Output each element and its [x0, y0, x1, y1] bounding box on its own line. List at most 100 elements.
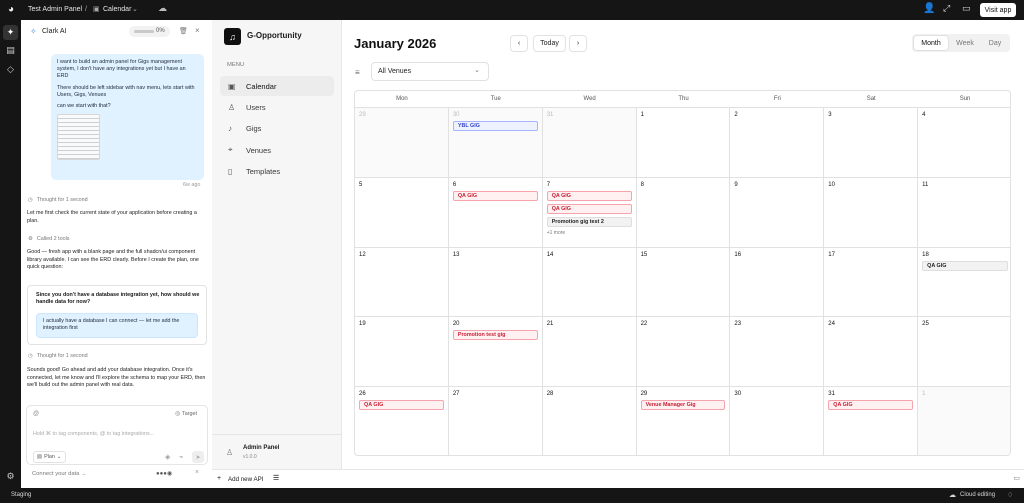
sparkle-icon[interactable]: ✦: [3, 25, 18, 40]
page-name[interactable]: Calendar: [103, 6, 131, 13]
calendar-day-cell[interactable]: 28: [543, 387, 637, 455]
calendar-day-cell[interactable]: 27: [449, 387, 543, 455]
mode-select[interactable]: ▤ Plan ⌄: [33, 451, 66, 463]
menu-icon[interactable]: ☰: [273, 474, 279, 482]
next-month-button[interactable]: ›: [569, 35, 587, 52]
close-icon[interactable]: ×: [195, 26, 200, 35]
day-number: 11: [922, 181, 929, 188]
day-number: 31: [546, 112, 554, 118]
message-icon[interactable]: ▤: [4, 44, 17, 57]
sidebar-item-venues[interactable]: ⌖ Venues: [220, 140, 334, 160]
calendar-day-cell[interactable]: 16: [730, 247, 825, 318]
calendar-day-cell[interactable]: 31: [542, 108, 637, 178]
calendar-day-cell[interactable]: 30 YBL GIG: [448, 108, 543, 178]
chevron-down-icon: ⌄: [56, 454, 62, 460]
add-user-icon[interactable]: 👤: [923, 3, 935, 14]
calendar-day-cell[interactable]: 18 QA GIG: [918, 248, 1010, 318]
calendar-day-cell[interactable]: 17: [824, 247, 919, 318]
calendar-day-cell[interactable]: 23: [730, 317, 825, 388]
today-button[interactable]: Today: [533, 35, 566, 52]
calendar-event[interactable]: QA GIG: [546, 203, 632, 214]
calendar-page-icon: ▣: [93, 6, 100, 13]
add-api-bar: + Add new API ☰ ▭: [212, 469, 1024, 488]
calendar-day-cell[interactable]: 6 QA GIG: [448, 177, 543, 248]
sidebar-item-users[interactable]: ♙ Users: [220, 97, 334, 117]
calendar-day-cell[interactable]: 9: [730, 177, 825, 248]
calendar-event[interactable]: Venue Manager Gig: [640, 400, 726, 411]
trash-icon[interactable]: 🗑: [179, 27, 188, 35]
view-month-button[interactable]: Month: [914, 36, 948, 50]
calendar-event[interactable]: QA GIG: [922, 260, 1008, 271]
chevron-down-icon[interactable]: ⌄: [132, 5, 138, 13]
filter-icon[interactable]: ≡: [355, 68, 360, 77]
erd-thumbnail[interactable]: [57, 114, 100, 161]
calendar-day-cell[interactable]: 7 QA GIG QA GIG Promotion gig test 2 +1 more: [542, 177, 637, 248]
paperclip-icon[interactable]: ⌁: [179, 453, 183, 461]
calendar-day-cell[interactable]: 29: [355, 108, 449, 178]
calendar-day-cell[interactable]: 31 QA GIG: [824, 387, 919, 455]
previous-month-button[interactable]: ‹: [510, 35, 528, 52]
calendar-day-cell[interactable]: 8: [636, 177, 731, 248]
thought-status[interactable]: ◷ Thought for 1 second: [28, 197, 88, 203]
connect-data-link[interactable]: Connect your data →: [32, 471, 87, 477]
code-icon[interactable]: ◇: [4, 63, 17, 76]
monitor-icon[interactable]: ▭: [962, 3, 971, 14]
calendar-event[interactable]: QA GIG: [546, 190, 632, 201]
calendar-day-cell[interactable]: 30: [730, 387, 825, 455]
calendar-day-cell[interactable]: 11: [918, 178, 1010, 248]
calendar-event[interactable]: Promotion gig test 2: [546, 216, 632, 227]
maximize-icon[interactable]: ▭: [1013, 474, 1020, 482]
at-mention-symbol[interactable]: @: [33, 411, 39, 417]
selected-answer[interactable]: I actually have a database I can connect…: [36, 313, 198, 338]
calendar-day-cell[interactable]: 13: [448, 247, 543, 318]
cloud-icon[interactable]: ☁: [158, 3, 167, 14]
integration-icons[interactable]: ●●●◉: [156, 470, 172, 477]
target-button[interactable]: Target: [182, 411, 197, 417]
calendar-day-cell[interactable]: 24: [824, 317, 919, 388]
calendar-day-cell[interactable]: 12: [355, 247, 449, 318]
tools-status[interactable]: ⚙ Called 2 tools: [28, 236, 70, 242]
sidebar-item-templates[interactable]: ▯ Templates: [220, 161, 334, 181]
day-number: 7: [546, 181, 551, 188]
expand-icon[interactable]: ⤢: [943, 3, 950, 14]
calendar-day-cell[interactable]: 4: [918, 108, 1010, 178]
visit-app-button[interactable]: Visit app: [980, 3, 1016, 17]
calendar-day-cell[interactable]: 1: [918, 387, 1010, 455]
calendar-day-cell[interactable]: 22: [636, 317, 731, 388]
close-icon[interactable]: ×: [195, 469, 199, 476]
message-input[interactable]: Hold ⌘ to tag components, @ to tag integ…: [33, 431, 154, 437]
view-week-button[interactable]: Week: [950, 36, 980, 50]
sidebar-item-calendar[interactable]: ▣ Calendar: [220, 76, 334, 96]
calendar-event[interactable]: YBL GIG: [452, 121, 538, 131]
calendar-day-cell[interactable]: 25: [918, 317, 1010, 388]
day-number: 3: [828, 112, 832, 118]
project-name[interactable]: Test Admin Panel: [28, 6, 82, 13]
calendar-day-cell[interactable]: 2: [730, 108, 825, 178]
view-day-button[interactable]: Day: [982, 36, 1008, 50]
settings-icon[interactable]: ⚙: [4, 470, 17, 483]
calendar-day-cell[interactable]: 3: [824, 108, 919, 178]
thought-status[interactable]: ◷ Thought for 1 second: [28, 353, 88, 359]
calendar-event[interactable]: QA GIG: [359, 400, 444, 411]
layers-icon[interactable]: ◈: [165, 453, 170, 461]
more-events-link[interactable]: +1 more: [547, 230, 632, 236]
send-icon[interactable]: ➤: [192, 451, 204, 463]
venue-filter-select[interactable]: All Venues ⌄: [371, 62, 489, 81]
calendar-day-cell[interactable]: 20 Promotion test gig: [448, 317, 543, 388]
calendar-day-cell[interactable]: 19: [355, 317, 449, 388]
calendar-day-cell[interactable]: 21: [542, 317, 637, 388]
calendar-day-cell[interactable]: 1: [636, 108, 731, 178]
calendar-day-cell[interactable]: 26 QA GIG: [355, 387, 449, 455]
calendar-event[interactable]: QA GIG: [452, 190, 538, 201]
calendar-event[interactable]: Promotion test gig: [452, 330, 538, 341]
calendar-event[interactable]: QA GIG: [828, 400, 914, 411]
add-new-api-button[interactable]: Add new API: [228, 476, 263, 483]
calendar-day-cell[interactable]: 5: [355, 177, 449, 248]
calendar-day-cell[interactable]: 10: [824, 177, 919, 248]
calendar-day-cell[interactable]: 14: [542, 247, 637, 318]
notifications-off-icon[interactable]: ♢: [1007, 491, 1013, 499]
calendar-day-cell[interactable]: 15: [636, 247, 731, 318]
sidebar-item-label: Calendar: [246, 81, 277, 91]
calendar-day-cell[interactable]: 29 Venue Manager Gig: [637, 387, 731, 455]
sidebar-item-gigs[interactable]: ♪ Gigs: [220, 118, 334, 138]
